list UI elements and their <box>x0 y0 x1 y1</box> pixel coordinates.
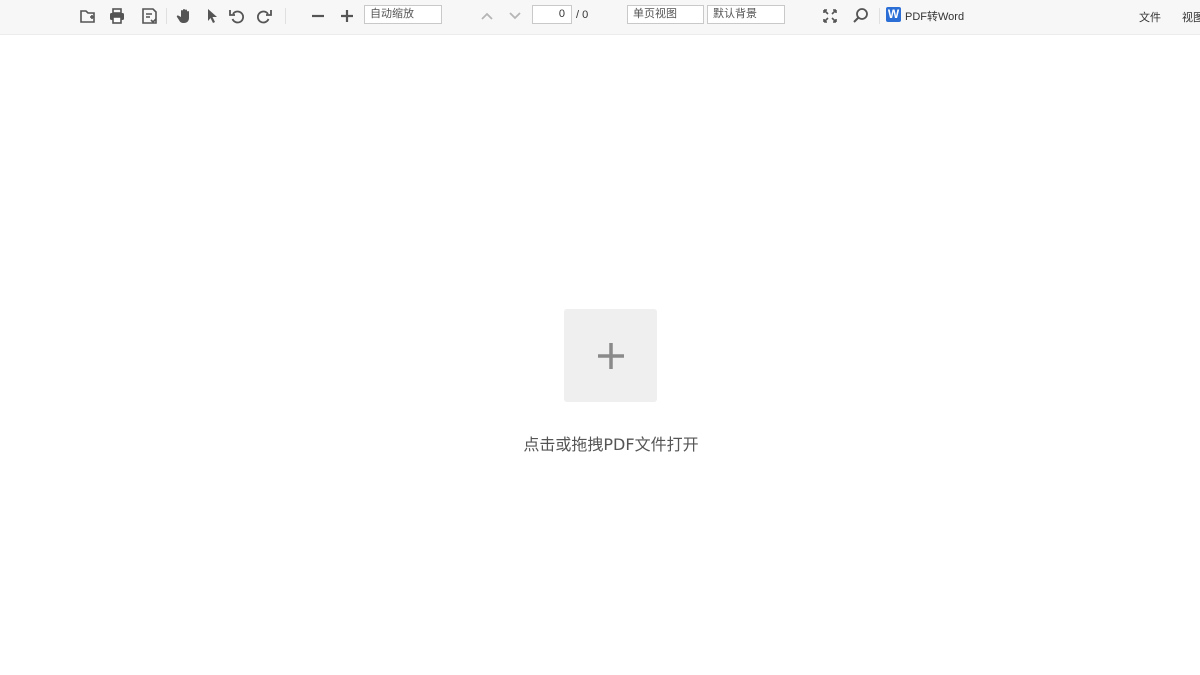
zoom-select[interactable]: 自动缩放 <box>364 5 442 24</box>
menu-file[interactable]: 文件 <box>1139 9 1161 25</box>
pdf-to-word-label: PDF转Word <box>905 11 965 23</box>
word-logo-icon: W <box>886 6 901 22</box>
menu-view[interactable]: 视图 <box>1182 9 1200 25</box>
plus-icon <box>597 342 624 369</box>
toolbar-divider <box>285 8 286 24</box>
save-icon[interactable] <box>138 5 160 27</box>
toolbar-divider <box>166 8 167 24</box>
zoom-in-icon[interactable] <box>336 5 358 27</box>
open-file-icon[interactable] <box>77 5 99 27</box>
page-number-input[interactable]: 0 <box>532 5 572 24</box>
zoom-out-icon[interactable] <box>307 5 329 27</box>
select-cursor-icon[interactable] <box>201 5 223 27</box>
toolbar-divider <box>879 8 880 24</box>
toolbar: 自动缩放 0 / 0 单页视图 默认背景 W PDF转Word 文件 视图 <box>0 0 1200 35</box>
print-icon[interactable] <box>106 5 128 27</box>
search-icon[interactable] <box>850 5 872 27</box>
rotate-left-icon[interactable] <box>226 5 248 27</box>
drop-zone-text[interactable]: 点击或拖拽PDF文件打开 <box>450 431 772 455</box>
hand-tool-icon[interactable] <box>174 5 196 27</box>
background-select[interactable]: 默认背景 <box>707 5 785 24</box>
page-total: / 0 <box>576 9 589 21</box>
previous-page-icon[interactable] <box>476 5 498 27</box>
view-mode-select[interactable]: 单页视图 <box>627 5 704 24</box>
next-page-icon[interactable] <box>504 5 526 27</box>
fullscreen-icon[interactable] <box>819 5 841 27</box>
pdf-to-word-button[interactable]: W PDF转Word <box>886 4 964 24</box>
open-file-button[interactable] <box>564 309 657 402</box>
rotate-right-icon[interactable] <box>253 5 275 27</box>
